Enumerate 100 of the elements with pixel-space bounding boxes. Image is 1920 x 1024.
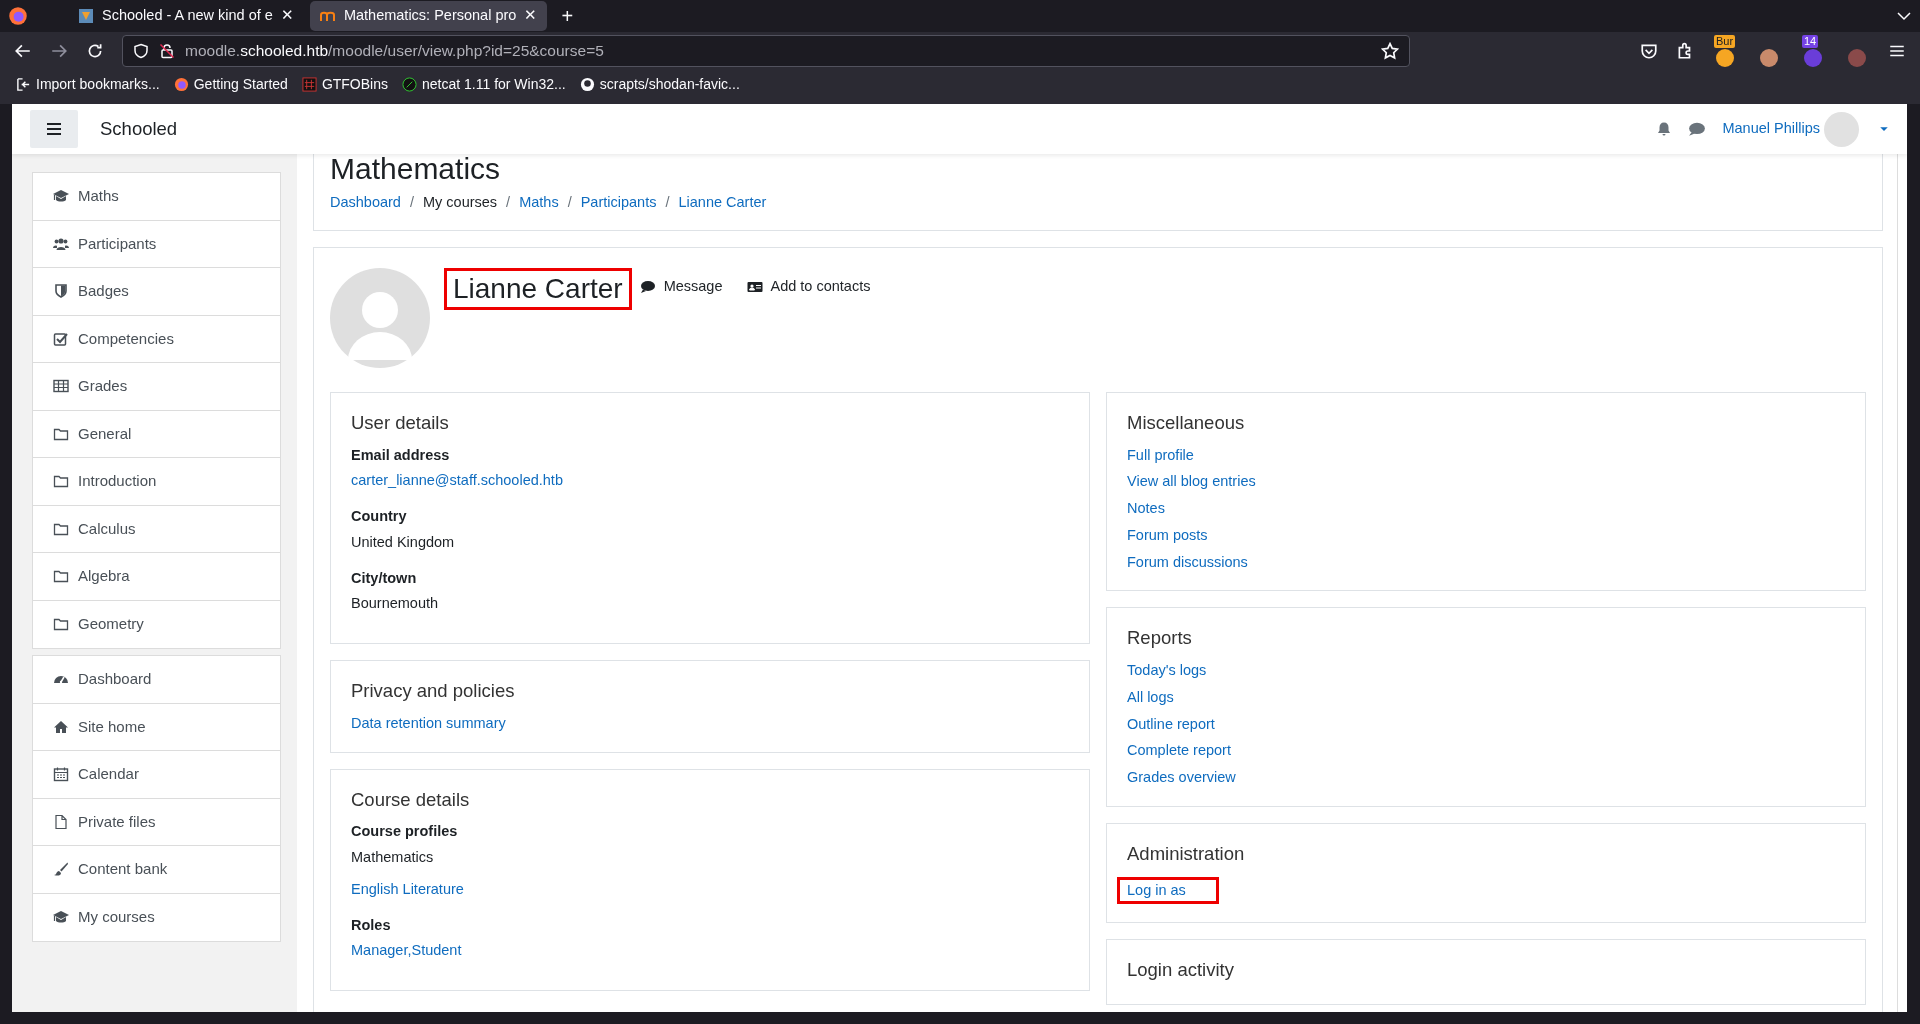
section-link[interactable]: Notes bbox=[1127, 498, 1165, 520]
menu-button[interactable] bbox=[30, 110, 78, 148]
sidebar-item[interactable]: Competencies bbox=[33, 315, 280, 363]
section-link[interactable]: Log in as bbox=[1117, 876, 1219, 905]
sidebar-item[interactable]: Private files bbox=[33, 798, 280, 846]
breadcrumb-separator: / bbox=[506, 193, 511, 212]
table-icon bbox=[53, 378, 69, 395]
breadcrumb-link[interactable]: Dashboard bbox=[330, 192, 401, 214]
folder-icon bbox=[53, 616, 69, 633]
sidebar-item[interactable]: Maths bbox=[33, 173, 280, 221]
breadcrumb-item: My courses bbox=[422, 193, 498, 212]
shield-icon bbox=[133, 42, 149, 59]
section-title: User details bbox=[351, 410, 450, 435]
section-link[interactable]: Outline report bbox=[1127, 713, 1215, 736]
chat-bubble-icon[interactable] bbox=[1688, 120, 1707, 138]
browser-logo-icon bbox=[173, 77, 189, 92]
breadcrumb-separator: / bbox=[665, 193, 670, 212]
section-link[interactable]: Full profile bbox=[1127, 444, 1194, 467]
sidebar-item[interactable]: Calculus bbox=[33, 505, 280, 553]
bell-icon[interactable] bbox=[1656, 121, 1673, 137]
browser-logo-icon[interactable] bbox=[8, 6, 28, 26]
course-title: Mathematics bbox=[330, 154, 502, 184]
close-tab-button[interactable]: ✕ bbox=[280, 5, 294, 27]
chat-bubble-icon bbox=[639, 278, 656, 295]
sidebar-item[interactable]: Introduction bbox=[33, 458, 280, 506]
shield-icon bbox=[53, 283, 69, 300]
sidebar-item[interactable]: Participants bbox=[33, 220, 280, 268]
bookmark-link[interactable]: Import bookmarks... bbox=[16, 74, 160, 95]
section-link[interactable]: Today's logs bbox=[1127, 660, 1207, 682]
section-title: Login activity bbox=[1127, 958, 1235, 983]
bookmark-link[interactable]: scrapts/shodan-favic... bbox=[579, 74, 740, 95]
section-link[interactable]: View all blog entries bbox=[1127, 471, 1256, 493]
sidebar-item[interactable]: Algebra bbox=[33, 553, 280, 601]
sidebar-item[interactable]: General bbox=[33, 410, 280, 458]
address-bar[interactable]: moodle.schooled.htb/moodle/user/view.php?id=25&course=5 bbox=[122, 34, 1410, 67]
sidebar-item[interactable]: Calendar bbox=[33, 751, 280, 799]
section-link[interactable]: Grades overview bbox=[1127, 767, 1236, 789]
section-link[interactable]: All logs bbox=[1127, 686, 1174, 709]
sidebar-item[interactable]: Site home bbox=[33, 703, 280, 751]
menu-icon bbox=[46, 122, 62, 136]
breadcrumb-link[interactable]: Maths bbox=[519, 192, 559, 214]
browser-extension-icon[interactable] bbox=[1716, 48, 1734, 67]
users-icon bbox=[53, 235, 69, 252]
grid-logo-icon bbox=[301, 77, 317, 92]
section-title: Miscellaneous bbox=[1127, 410, 1246, 435]
breadcrumb-separator: / bbox=[567, 193, 572, 212]
paintbrush-icon bbox=[53, 861, 69, 878]
folder-icon bbox=[53, 473, 69, 490]
field-value-link[interactable]: carter_lianne@staff.schooled.htb bbox=[351, 472, 563, 489]
breadcrumb-link[interactable]: Participants bbox=[580, 192, 657, 214]
profile-action-link[interactable]: Add to contacts bbox=[746, 275, 871, 298]
sidebar-item[interactable]: Grades bbox=[33, 363, 280, 411]
field-label: Email address bbox=[351, 445, 451, 465]
round-logo-icon bbox=[402, 77, 417, 92]
bookmark-link[interactable]: Getting Started bbox=[173, 74, 288, 95]
browser-extension-icon[interactable] bbox=[1760, 48, 1778, 67]
folder-icon bbox=[53, 568, 69, 585]
sidebar-item[interactable]: Geometry bbox=[33, 600, 280, 648]
import-icon bbox=[16, 77, 31, 92]
browser-tab[interactable]: Schooled - A new kind of e ✕ bbox=[68, 1, 304, 31]
url-text: moodle.schooled.htb/moodle/user/view.php?id=25&course=5 bbox=[185, 40, 605, 61]
section-title: Privacy and policies bbox=[351, 679, 516, 703]
field-label: City/town bbox=[351, 568, 418, 588]
calendar-icon bbox=[53, 766, 69, 783]
new-tab-button[interactable]: + bbox=[561, 1, 574, 31]
breadcrumb-link[interactable]: Lianne Carter bbox=[678, 192, 767, 214]
field-value-link[interactable]: English Literature bbox=[351, 880, 464, 897]
field-value: Bournemouth bbox=[351, 595, 439, 612]
bookmark-link[interactable]: netcat 1.11 for Win32... bbox=[402, 74, 566, 95]
sidebar-item[interactable]: My courses bbox=[33, 893, 280, 941]
user-name-link[interactable]: Manuel Phillips bbox=[1722, 118, 1820, 140]
field-value: Mathematics bbox=[351, 849, 434, 865]
sidebar-item[interactable]: Badges bbox=[33, 268, 280, 316]
profile-name: Lianne Carter bbox=[444, 267, 632, 311]
field-value-link[interactable]: Manager,Student bbox=[351, 942, 462, 959]
section-link[interactable]: Forum posts bbox=[1127, 524, 1208, 547]
section-title: Course details bbox=[351, 787, 471, 812]
browser-tab[interactable]: Mathematics: Personal pro ✕ bbox=[309, 1, 548, 31]
star-icon[interactable] bbox=[1381, 41, 1399, 60]
section-link[interactable]: Complete report bbox=[1127, 740, 1231, 762]
breadcrumb-separator: / bbox=[409, 193, 414, 212]
reload-icon[interactable] bbox=[86, 41, 104, 60]
bookmark-link[interactable]: GTFOBins bbox=[301, 74, 388, 95]
field-label: Roles bbox=[351, 915, 392, 935]
site-favicon-icon bbox=[78, 8, 94, 24]
insecure-lock-icon bbox=[159, 42, 175, 59]
profile-action-link[interactable]: Message bbox=[639, 275, 723, 298]
field-label: Course profiles bbox=[351, 822, 459, 842]
sidebar-item[interactable]: Content bank bbox=[33, 846, 280, 894]
sidebar-item[interactable]: Dashboard bbox=[33, 656, 280, 704]
checkbox-icon bbox=[53, 330, 69, 347]
section-title: Reports bbox=[1127, 626, 1193, 651]
section-title: Administration bbox=[1127, 841, 1246, 866]
site-name[interactable]: Schooled bbox=[100, 115, 178, 143]
file-icon bbox=[53, 813, 69, 830]
section-link[interactable]: Data retention summary bbox=[351, 712, 506, 735]
close-tab-button[interactable]: ✕ bbox=[524, 5, 538, 27]
extension-badge: Bur bbox=[1714, 34, 1736, 48]
section-link[interactable]: Forum discussions bbox=[1127, 551, 1248, 574]
extension-badge: 14 bbox=[1802, 34, 1819, 48]
